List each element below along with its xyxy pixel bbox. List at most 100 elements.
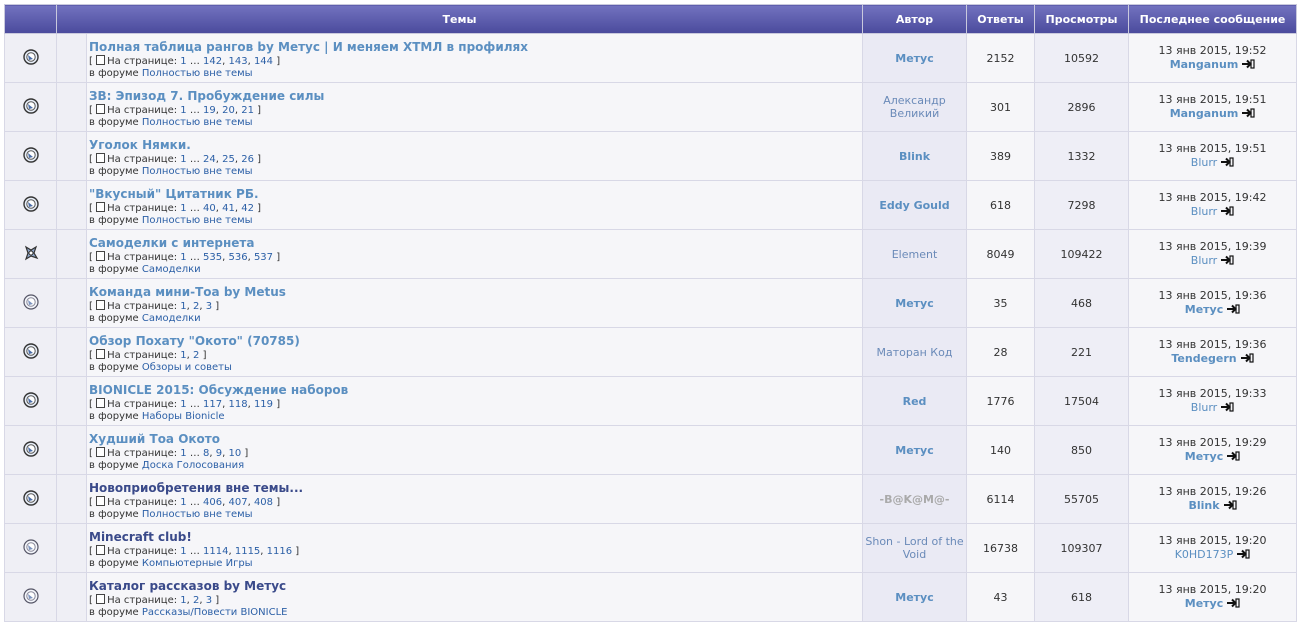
last-post-user-link[interactable]: Метус [1185,303,1223,316]
page-link[interactable]: 21 [241,105,254,116]
go-to-last-post-icon[interactable] [1217,156,1234,169]
page-link[interactable]: 144 [254,56,273,67]
page-link[interactable]: 2 [193,595,199,606]
author-link[interactable]: Eddy Gould [879,199,949,212]
last-post-user-link[interactable]: Manganum [1170,107,1239,120]
page-link[interactable]: 142 [203,56,222,67]
page-link[interactable]: 1 [180,448,186,459]
page-link[interactable]: 1 [180,546,186,557]
page-link[interactable]: 41 [222,203,235,214]
author-link[interactable]: Александр Великий [883,94,946,120]
topic-title-link[interactable]: Худший Тоа Окото [89,432,862,446]
page-link[interactable]: 407 [228,497,247,508]
topic-title-link[interactable]: Новоприобретения вне темы... [89,481,862,495]
forum-link[interactable]: Самоделки [142,264,201,275]
author-link[interactable]: Element [892,248,938,261]
page-link[interactable]: 2 [193,350,199,361]
page-link[interactable]: 8 [203,448,209,459]
page-link[interactable]: 406 [203,497,222,508]
forum-link[interactable]: Компьютерные Игры [142,558,253,569]
last-post-user-link[interactable]: Blurr [1191,205,1217,218]
go-to-last-post-icon[interactable] [1220,499,1237,512]
go-to-last-post-icon[interactable] [1217,254,1234,267]
go-to-last-post-icon[interactable] [1238,107,1255,120]
page-link[interactable]: 1 [180,301,186,312]
forum-link[interactable]: Наборы Bionicle [142,411,225,422]
page-link[interactable]: 10 [229,448,242,459]
page-link[interactable]: 143 [228,56,247,67]
last-post-user-link[interactable]: Tendegern [1171,352,1236,365]
topic-title-link[interactable]: BIONICLE 2015: Обсуждение наборов [89,383,862,397]
topic-title-link[interactable]: ЗВ: Эпизод 7. Пробуждение силы [89,89,862,103]
forum-link[interactable]: Полностью вне темы [142,166,253,177]
forum-link[interactable]: Обзоры и советы [142,362,232,373]
page-link[interactable]: 535 [203,252,222,263]
page-link[interactable]: 19 [203,105,216,116]
page-link[interactable]: 25 [222,154,235,165]
page-link[interactable]: 119 [254,399,273,410]
last-post-user-link[interactable]: Blurr [1191,156,1217,169]
topic-title-link[interactable]: Уголок Нямки. [89,138,862,152]
page-link[interactable]: 1116 [267,546,292,557]
page-link[interactable]: 3 [206,595,212,606]
page-link[interactable]: 1114 [203,546,228,557]
author-link[interactable]: -B@K@M@- [880,493,950,506]
last-post-user-link[interactable]: Blurr [1191,254,1217,267]
page-link[interactable]: 20 [222,105,235,116]
forum-link[interactable]: Полностью вне темы [142,509,253,520]
forum-link[interactable]: Самоделки [142,313,201,324]
topic-title-link[interactable]: Обзор Похату "Окото" (70785) [89,334,862,348]
author-link[interactable]: Метус [895,52,933,65]
page-link[interactable]: 1 [180,497,186,508]
page-link[interactable]: 3 [206,301,212,312]
page-link[interactable]: 1 [180,154,186,165]
page-link[interactable]: 26 [241,154,254,165]
last-post-user-link[interactable]: Метус [1185,597,1223,610]
forum-link[interactable]: Рассказы/Повести BIONICLE [142,607,288,618]
author-link[interactable]: Метус [895,591,933,604]
author-link[interactable]: Метус [895,444,933,457]
forum-link[interactable]: Доска Голосования [142,460,244,471]
page-link[interactable]: 1 [180,203,186,214]
page-link[interactable]: 1 [180,56,186,67]
forum-link[interactable]: Полностью вне темы [142,68,253,79]
page-link[interactable]: 42 [241,203,254,214]
page-link[interactable]: 408 [254,497,273,508]
page-link[interactable]: 2 [193,301,199,312]
page-link[interactable]: 117 [203,399,222,410]
forum-link[interactable]: Полностью вне темы [142,117,253,128]
page-link[interactable]: 1 [180,595,186,606]
page-link[interactable]: 40 [203,203,216,214]
author-link[interactable]: Shon - Lord of the Void [865,535,963,561]
topic-title-link[interactable]: Каталог рассказов by Метус [89,579,862,593]
last-post-user-link[interactable]: Метус [1185,450,1223,463]
last-post-user-link[interactable]: Manganum [1170,58,1239,71]
author-link[interactable]: Blink [899,150,930,163]
page-link[interactable]: 24 [203,154,216,165]
go-to-last-post-icon[interactable] [1217,205,1234,218]
go-to-last-post-icon[interactable] [1223,597,1240,610]
topic-title-link[interactable]: Minecraft club! [89,530,862,544]
author-link[interactable]: Red [903,395,927,408]
go-to-last-post-icon[interactable] [1223,450,1240,463]
page-link[interactable]: 1 [180,252,186,263]
page-link[interactable]: 9 [216,448,222,459]
topic-title-link[interactable]: Команда мини-Тоа by Metus [89,285,862,299]
last-post-user-link[interactable]: Blink [1188,499,1219,512]
go-to-last-post-icon[interactable] [1217,401,1234,414]
page-link[interactable]: 1 [180,105,186,116]
page-link[interactable]: 1 [180,399,186,410]
page-link[interactable]: 118 [228,399,247,410]
page-link[interactable]: 1 [180,350,186,361]
page-link[interactable]: 536 [228,252,247,263]
go-to-last-post-icon[interactable] [1223,303,1240,316]
go-to-last-post-icon[interactable] [1237,352,1254,365]
author-link[interactable]: Метус [895,297,933,310]
last-post-user-link[interactable]: K0HD173P [1175,548,1234,561]
page-link[interactable]: 1115 [235,546,260,557]
go-to-last-post-icon[interactable] [1233,548,1250,561]
last-post-user-link[interactable]: Blurr [1191,401,1217,414]
go-to-last-post-icon[interactable] [1238,58,1255,71]
author-link[interactable]: Маторан Код [877,346,953,359]
topic-title-link[interactable]: "Вкусный" Цитатник РБ. [89,187,862,201]
